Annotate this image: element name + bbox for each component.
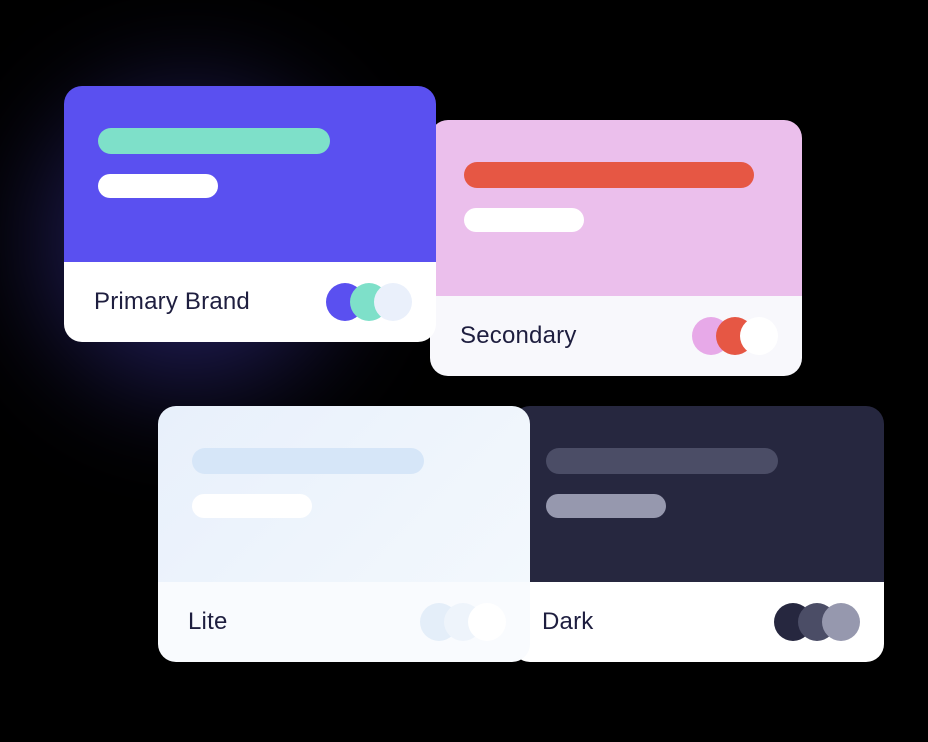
- theme-preview-dark: [512, 406, 884, 582]
- color-swatches-secondary: [692, 317, 778, 355]
- theme-footer-secondary: Secondary: [430, 296, 802, 376]
- preview-bar-large: [98, 128, 330, 154]
- swatch-icon: [740, 317, 778, 355]
- theme-preview-secondary: [430, 120, 802, 296]
- theme-preview-primary: [64, 86, 436, 262]
- theme-card-lite[interactable]: Lite: [158, 406, 530, 662]
- preview-bar-large: [464, 162, 754, 188]
- preview-bar-large: [546, 448, 778, 474]
- theme-card-secondary[interactable]: Secondary: [430, 120, 802, 376]
- preview-bar-small: [192, 494, 312, 518]
- theme-label-dark: Dark: [542, 608, 593, 636]
- color-swatches-lite: [420, 603, 506, 641]
- theme-card-primary[interactable]: Primary Brand: [64, 86, 436, 342]
- theme-preview-lite: [158, 406, 530, 582]
- swatch-icon: [374, 283, 412, 321]
- color-swatches-primary: [326, 283, 412, 321]
- theme-label-primary: Primary Brand: [94, 288, 250, 316]
- theme-footer-dark: Dark: [512, 582, 884, 662]
- color-swatches-dark: [774, 603, 860, 641]
- theme-label-secondary: Secondary: [460, 322, 577, 350]
- preview-bar-small: [546, 494, 666, 518]
- theme-footer-primary: Primary Brand: [64, 262, 436, 342]
- preview-bar-small: [98, 174, 218, 198]
- theme-card-dark[interactable]: Dark: [512, 406, 884, 662]
- preview-bar-small: [464, 208, 584, 232]
- preview-bar-large: [192, 448, 424, 474]
- swatch-icon: [468, 603, 506, 641]
- swatch-icon: [822, 603, 860, 641]
- theme-footer-lite: Lite: [158, 582, 530, 662]
- theme-label-lite: Lite: [188, 608, 228, 636]
